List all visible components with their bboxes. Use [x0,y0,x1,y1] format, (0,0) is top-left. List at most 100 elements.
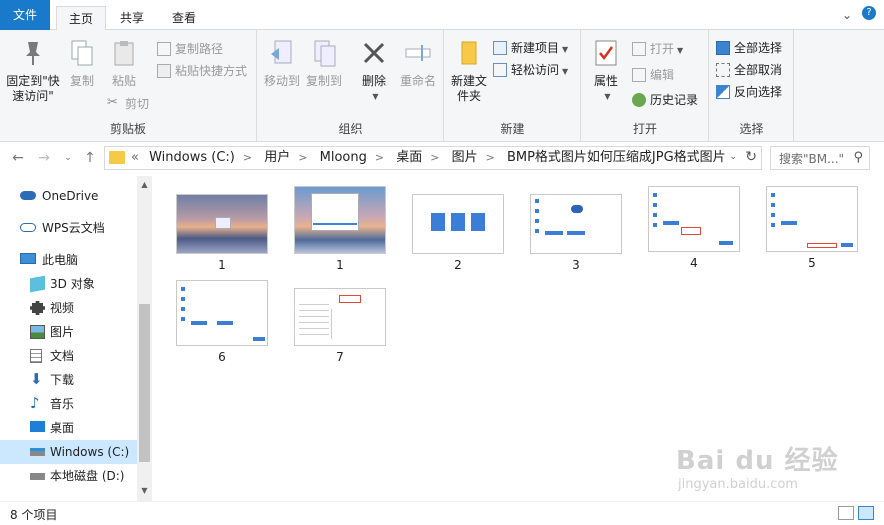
delete-button[interactable]: 删除 ▼ [356,38,392,104]
help-icon[interactable]: ? [862,6,876,20]
select-none-button[interactable]: 全部取消 [716,60,782,80]
paste-icon [109,38,139,68]
clipboard-group: 固定到"快速访问" 复制 粘贴 复制路径 粘贴快捷方式 ✂ 剪切 剪贴板 [0,30,257,142]
sidebar-item-music[interactable]: ♪ 音乐 [0,392,137,416]
file-name: 5 [808,256,816,270]
file-thumbnail [412,194,504,254]
tab-file[interactable]: 文件 [0,0,50,30]
file-item[interactable]: 7 [290,288,390,364]
sidebar-item-local-disk-d[interactable]: 本地磁盘 (D:) [0,464,137,488]
history-button[interactable]: 历史记录 [632,90,698,110]
select-group: 全部选择 全部取消 反向选择 选择 [710,30,794,142]
invert-selection-button[interactable]: 反向选择 [716,82,782,102]
crumb-desktop[interactable]: 桌面 [396,150,422,165]
sidebar-item-documents[interactable]: 文档 [0,344,137,368]
copy-to-button[interactable]: 复制到 [304,38,344,89]
file-item[interactable]: 6 [172,280,272,364]
clipboard-group-label: 剪贴板 [109,122,146,136]
sidebar-item-this-pc[interactable]: 此电脑 [0,248,137,272]
copy-path-button[interactable]: 复制路径 [157,39,223,59]
address-bar[interactable]: « Windows (C:) > 用户 > Mloong > 桌面 > 图片 > BMP格… [104,146,762,170]
crumb-separator-icon[interactable]: > [375,151,384,164]
crumb-separator-icon[interactable]: > [298,151,307,164]
tab-share[interactable]: 共享 [108,6,156,30]
item-count: 8 个项目 [10,508,58,522]
details-view-icon[interactable] [838,506,854,520]
file-item[interactable]: 4 [644,186,744,270]
recent-locations-chevron-icon[interactable]: ⌄ [60,153,76,163]
edit-icon [632,68,646,82]
file-item[interactable]: 2 [408,194,508,272]
properties-caret-icon[interactable]: ▼ [591,89,624,104]
breadcrumb-overflow-icon[interactable]: « [131,150,139,165]
crumb-drive[interactable]: Windows (C:) [149,150,235,165]
search-box[interactable]: 搜索"BM..." ⚲ [770,146,870,170]
back-arrow-icon[interactable]: ← [10,150,26,166]
computer-icon [20,253,36,264]
paste-button[interactable]: 粘贴 [104,38,144,89]
crumb-current-folder[interactable]: BMP格式图片如何压缩成JPG格式图片 [507,150,726,165]
sidebar-item-onedrive[interactable]: OneDrive [0,184,137,208]
open-caret-icon: ▼ [677,46,684,55]
crumb-separator-icon[interactable]: > [243,151,252,164]
tab-home[interactable]: 主页 [56,6,107,31]
select-group-label: 选择 [739,122,764,136]
scroll-down-icon[interactable]: ▼ [137,486,152,495]
select-none-icon [716,63,730,77]
organize-group: 移动到 复制到 删除 ▼ 重命名 组织 [258,30,444,142]
crumb-users[interactable]: 用户 [264,150,290,165]
rename-button[interactable]: 重命名 [396,38,440,89]
sidebar-item-videos[interactable]: 视频 [0,296,137,320]
pin-quick-access-button[interactable]: 固定到"快速访问" [4,38,62,104]
open-group-label: 打开 [632,122,657,136]
organize-group-label: 组织 [338,122,363,136]
sidebar-item-pictures[interactable]: 图片 [0,320,137,344]
new-group-label: 新建 [500,122,525,136]
crumb-pictures[interactable]: 图片 [452,150,478,165]
new-item-button[interactable]: 新建项目 ▼ [493,38,568,58]
new-folder-button[interactable]: 新建文件夹 [449,38,489,104]
copy-to-icon [309,38,339,68]
file-item[interactable]: 5 [762,186,862,270]
file-thumbnail [294,186,386,254]
file-item[interactable]: 3 [526,194,626,272]
move-to-button[interactable]: 移动到 [262,38,302,89]
file-item[interactable]: 1 [172,194,272,272]
breadcrumb: « Windows (C:) > 用户 > Mloong > 桌面 > 图片 > BMP格… [131,147,726,169]
open-button[interactable]: 打开 ▼ [632,39,683,59]
forward-arrow-icon[interactable]: → [36,150,52,166]
file-item[interactable]: 1 [290,186,390,272]
scroll-up-icon[interactable]: ▲ [137,180,152,189]
delete-caret-icon[interactable]: ▼ [359,89,392,104]
sidebar-item-3d-objects[interactable]: 3D 对象 [0,272,137,296]
properties-button[interactable]: 属性 ▼ [588,38,624,104]
edit-button[interactable]: 编辑 [632,65,674,85]
select-all-button[interactable]: 全部选择 [716,38,782,58]
cut-button[interactable]: ✂ 剪切 [107,94,149,114]
paste-shortcut-button[interactable]: 粘贴快捷方式 [157,61,247,81]
easy-access-button[interactable]: 轻松访问 ▼ [493,60,568,80]
file-thumbnail [176,194,268,254]
crumb-separator-icon[interactable]: > [486,151,495,164]
copy-button[interactable]: 复制 [64,38,100,89]
easy-access-caret-icon: ▼ [562,67,569,76]
refresh-icon[interactable]: ↻ [745,149,757,165]
sidebar-item-downloads[interactable]: ⬇ 下载 [0,368,137,392]
crumb-user[interactable]: Mloong [320,150,367,165]
sidebar-item-windows-c[interactable]: Windows (C:) [0,440,137,464]
cloud-outline-icon [20,223,36,232]
new-folder-icon [454,38,484,68]
ribbon-collapse-icon[interactable]: ⌄ [842,8,852,22]
cube-3d-icon [30,275,45,293]
ribbon-tabs: 文件 主页 共享 查看 ⌄ ? [0,0,884,31]
crumb-separator-icon[interactable]: > [430,151,439,164]
address-dropdown-icon[interactable]: ⌄ [729,152,737,162]
up-arrow-icon[interactable]: ↑ [82,150,98,166]
sidebar-item-desktop[interactable]: 桌面 [0,416,137,440]
sidebar-item-wps-cloud[interactable]: WPS云文档 [0,216,137,240]
tab-view[interactable]: 查看 [160,6,208,30]
large-icons-view-icon[interactable] [858,506,874,520]
sidebar-scroll-thumb[interactable] [139,304,150,462]
select-all-icon [716,41,730,55]
sidebar-scrollbar[interactable]: ▲ ▼ [137,176,152,501]
